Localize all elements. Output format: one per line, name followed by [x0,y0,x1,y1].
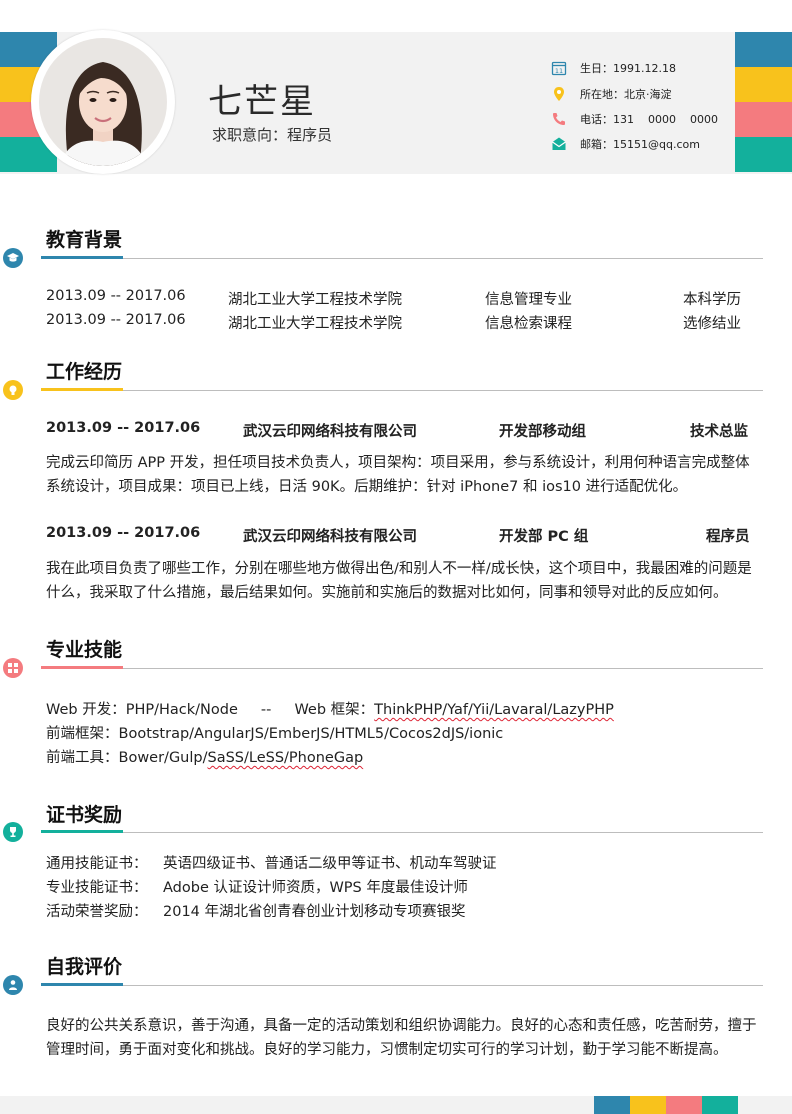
job-dept: 开发部移动组 [499,424,586,440]
skill-line-web: Web 开发：PHP/Hack/Node -- Web 框架：ThinkPHP/… [46,698,614,719]
edu-school: 湖北工业大学工程技术学院 [228,292,402,308]
edu-degree: 本科学历 [683,292,741,308]
stripe-yellow [630,1096,666,1114]
skill-tools: SaSS/LeSS/PhoneGap [207,750,364,766]
award-label: 活动荣誉奖励： [46,904,148,920]
award-value: 2014 年湖北省创青春创业计划移动专项赛银奖 [163,904,466,920]
job-description: 完成云印简历 APP 开发，担任项目技术负责人，项目架构：项目采用，参与系统设计… [46,455,750,495]
avatar [39,38,167,166]
skill-line-frontend-frameworks: 前端框架：Bootstrap/AngularJS/EmberJS/HTML5/C… [46,726,504,742]
section-divider [41,390,763,391]
footer-color-stripes [594,1096,738,1114]
edu-major: 信息检索课程 [485,316,572,332]
contact-location: 所在地：北京·海淀 [550,85,672,103]
stripe-blue [735,32,792,67]
phone-icon [550,110,568,128]
section-divider [41,258,763,259]
job-company: 武汉云印网络科技有限公司 [243,424,417,440]
job-date: 2013.09 -- 2017.06 [46,420,201,436]
contact-phone: 电话：131 0000 0000 [550,110,718,128]
job-intent: 求职意向：程序员 [212,126,333,144]
edu-major: 信息管理专业 [485,292,572,308]
svg-text:11: 11 [555,67,563,75]
job-description: 我在此项目负责了哪些工作，分别在哪些地方做得出色/和别人不一样/成长快，这个项目… [46,561,752,601]
skill-line-frontend-tools: 前端工具：Bower/Gulp/SaSS/LeSS/PhoneGap [46,746,363,767]
avatar-frame [31,30,175,174]
section-accent [41,983,123,986]
award-label: 专业技能证书： [46,880,148,896]
section-title-work: 工作经历 [46,361,123,383]
award-label: 通用技能证书： [46,856,148,872]
edu-school: 湖北工业大学工程技术学院 [228,316,402,332]
mail-icon [550,135,568,153]
section-divider [41,668,763,669]
skill-frameworks: ThinkPHP/Yaf/Yii/Lavaral/LazyPHP [374,702,614,718]
section-accent [41,388,123,391]
section-title-self: 自我评价 [46,956,123,978]
section-accent [41,256,123,259]
section-title-education: 教育背景 [46,229,123,251]
job-date: 2013.09 -- 2017.06 [46,525,201,541]
edu-degree: 选修结业 [683,316,741,332]
section-divider [41,832,763,833]
job-company: 武汉云印网络科技有限公司 [243,529,417,545]
skill-text: Web 开发：PHP/Hack/Node -- Web 框架： [46,702,375,718]
contact-email: 邮箱：15151@qq.com [550,135,700,153]
section-accent [41,830,123,833]
section-accent [41,666,123,669]
section-divider [41,985,763,986]
person-icon [3,975,23,995]
stripe-teal [702,1096,738,1114]
contact-text: 电话：131 0000 0000 [580,113,718,126]
edu-date: 2013.09 -- 2017.06 [46,288,186,304]
award-value: Adobe 认证设计师资质，WPS 年度最佳设计师 [163,880,468,896]
stripe-teal [735,137,792,172]
candidate-name: 七芒星 [208,82,316,122]
lightbulb-icon [3,380,23,400]
edu-date: 2013.09 -- 2017.06 [46,312,186,328]
self-evaluation-text: 良好的公共关系意识，善于沟通，具备一定的活动策划和组织协调能力。良好的心态和责任… [46,1018,757,1058]
stripe-pink [735,102,792,137]
calendar-icon: 11 [550,59,568,77]
stripe-blue [594,1096,630,1114]
stripe-pink [666,1096,702,1114]
graduation-cap-icon [3,248,23,268]
job-dept: 开发部 PC 组 [499,529,589,545]
trophy-icon [3,822,23,842]
right-color-stripes [735,32,792,172]
contact-text: 所在地：北京·海淀 [580,88,672,101]
job-role: 程序员 [706,529,750,545]
location-pin-icon [550,85,568,103]
section-title-awards: 证书奖励 [46,804,123,826]
contact-birthday: 11 生日：1991.12.18 [550,59,676,77]
stripe-yellow [735,67,792,102]
section-title-skills: 专业技能 [46,639,123,661]
grid-icon [3,658,23,678]
award-value: 英语四级证书、普通话二级甲等证书、机动车驾驶证 [163,856,497,872]
contact-text: 生日：1991.12.18 [580,62,676,75]
skill-text: 前端工具：Bower/Gulp/ [46,750,208,766]
job-role: 技术总监 [690,424,748,440]
contact-text: 邮箱：15151@qq.com [580,138,700,151]
